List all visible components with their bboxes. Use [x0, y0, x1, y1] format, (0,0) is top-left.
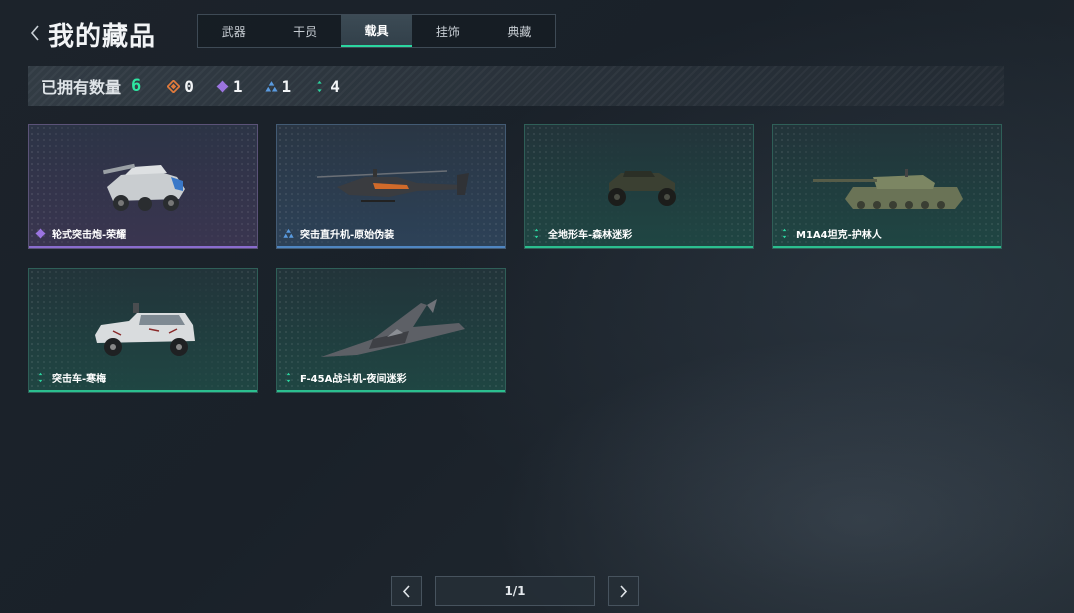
card-label: 全地形车-森林迷彩 [531, 226, 632, 241]
chevron-left-icon [402, 584, 410, 598]
card-title: 轮式突击炮-荣耀 [52, 230, 127, 241]
chevron-right-icon [620, 584, 628, 598]
owned-count-total: 6 [131, 76, 142, 96]
prev-page-button[interactable] [391, 576, 422, 606]
orange-diamond-icon [167, 79, 181, 93]
collection-card[interactable]: 全地形车-森林迷彩 [524, 124, 754, 249]
tab-collectibles[interactable]: 典藏 [484, 15, 555, 47]
rarity-count-orange: 0 [167, 77, 194, 96]
assault-vehicle-image [95, 303, 195, 356]
card-label: F-45A战斗机-夜间迷彩 [283, 370, 406, 385]
rarity-count-value: 1 [281, 76, 292, 96]
card-title: 突击直升机-原始伪装 [300, 230, 395, 241]
card-label: 突击直升机-原始伪装 [283, 226, 394, 241]
rarity-count-value: 1 [232, 76, 243, 96]
page-title: 我的藏品 [48, 22, 157, 52]
tab-operators[interactable]: 干员 [269, 15, 340, 47]
blue-triangle-icon [283, 228, 294, 238]
tank-image [813, 169, 963, 209]
card-title: F-45A战斗机-夜间迷彩 [300, 374, 407, 385]
card-label: 轮式突击炮-荣耀 [35, 226, 126, 241]
tab-vehicles[interactable]: 载具 [340, 15, 413, 47]
tab-charms[interactable]: 挂饰 [412, 15, 483, 47]
owned-count-label: 已拥有数量 [41, 78, 122, 97]
attack-helicopter-image [316, 169, 469, 202]
chevron-left-icon [30, 25, 39, 41]
card-title: M1A4坦克-护林人 [796, 230, 882, 241]
collection-card[interactable]: M1A4坦克-护林人 [772, 124, 1002, 249]
purple-diamond-icon [216, 80, 229, 92]
owned-summary-bar: 已拥有数量 6 0 1 1 4 [28, 66, 1004, 106]
wheeled-assault-gun-image [102, 163, 185, 211]
fighter-jet-image [321, 299, 465, 357]
collection-card[interactable]: 突击直升机-原始伪装 [276, 124, 506, 249]
rarity-count-green: 4 [313, 77, 340, 96]
atv-image [608, 171, 676, 206]
blue-triangle-icon [264, 80, 278, 91]
rarity-count-purple: 1 [216, 77, 243, 96]
collection-card[interactable]: 轮式突击炮-荣耀 [28, 124, 258, 249]
purple-diamond-icon [35, 228, 46, 239]
green-dots-icon [782, 228, 787, 239]
green-dots-icon [286, 372, 291, 383]
green-dots-icon [317, 80, 322, 92]
collection-card[interactable]: 突击车-寒梅 [28, 268, 258, 393]
card-title: 突击车-寒梅 [52, 374, 107, 385]
green-dots-icon [534, 228, 539, 239]
category-tabs: 武器 干员 载具 挂饰 典藏 [197, 14, 556, 48]
card-label: 突击车-寒梅 [35, 370, 106, 385]
card-label: M1A4坦克-护林人 [779, 226, 882, 241]
rarity-count-blue: 1 [264, 76, 292, 96]
collection-card[interactable]: F-45A战斗机-夜间迷彩 [276, 268, 506, 393]
page-indicator: 1/1 [435, 576, 595, 606]
rarity-count-value: 4 [330, 76, 340, 96]
card-title: 全地形车-森林迷彩 [548, 230, 633, 241]
rarity-count-value: 0 [184, 76, 194, 96]
next-page-button[interactable] [608, 576, 639, 606]
green-dots-icon [38, 372, 43, 383]
back-button[interactable] [26, 22, 44, 44]
tab-weapons[interactable]: 武器 [198, 15, 269, 47]
